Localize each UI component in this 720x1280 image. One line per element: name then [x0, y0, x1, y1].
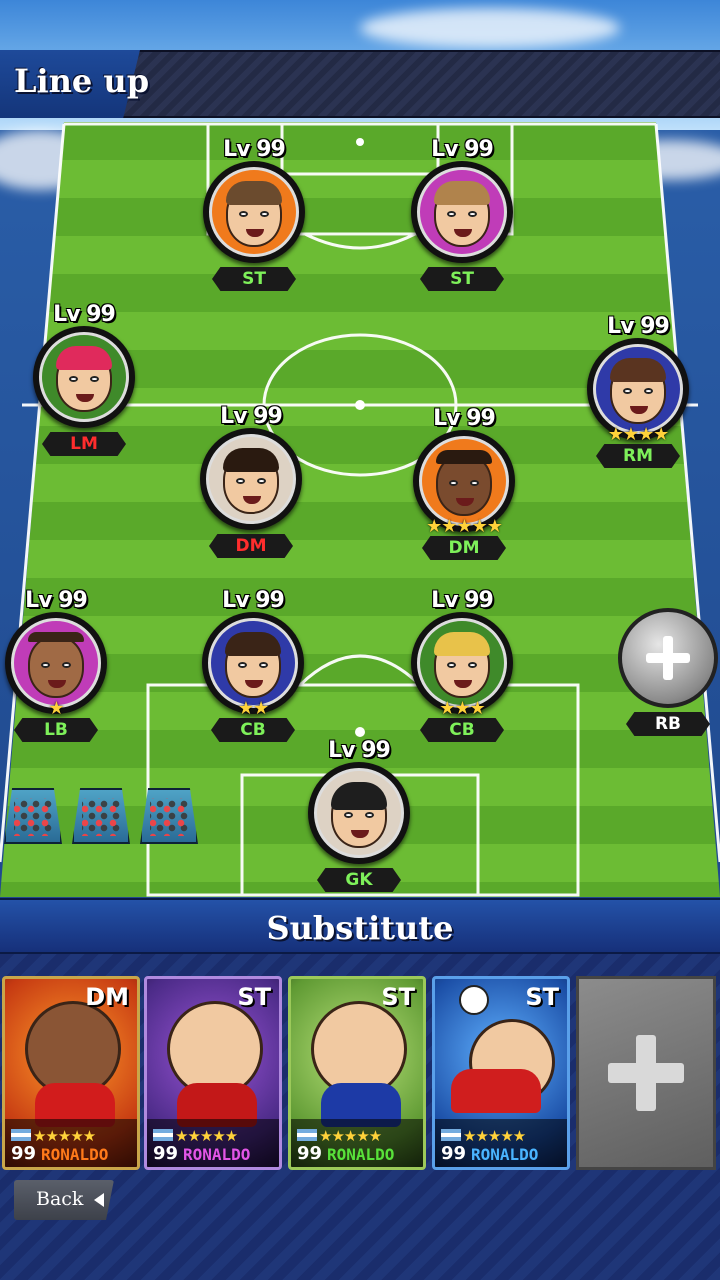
card-position: ST: [525, 983, 559, 1011]
card-stars: ★★★★★: [319, 1128, 382, 1145]
position-label: CB: [211, 718, 295, 742]
position-label: ST: [212, 267, 296, 291]
player-level: Lv 99: [223, 137, 286, 162]
flag-icon: [153, 1129, 173, 1141]
card-player-name: RONALDO: [471, 1145, 539, 1164]
ball-icon: [459, 985, 489, 1015]
substitute-card[interactable]: ST ★★★★★ 99 RONALDO: [288, 976, 426, 1170]
substitute-card[interactable]: ST ★★★★★ 99 RONALDO: [144, 976, 282, 1170]
player-avatar: [308, 762, 410, 864]
player-avatar: [203, 161, 305, 263]
player-avatar: [200, 428, 302, 530]
position-label: DM: [422, 536, 506, 560]
back-arrow-icon: [94, 1193, 104, 1207]
position-label-rb: RB: [626, 712, 710, 736]
player-st-left[interactable]: Lv 99 ST: [199, 137, 309, 297]
player-lb[interactable]: Lv 99 ★ LB: [1, 588, 111, 748]
flag-icon: [441, 1129, 461, 1141]
player-level: Lv 99: [328, 738, 391, 763]
player-level: Lv 99: [607, 314, 670, 339]
player-level: Lv 99: [222, 588, 285, 613]
card-stars: ★★★★★: [33, 1128, 96, 1145]
position-label: GK: [317, 868, 401, 892]
player-stars: ★★: [237, 698, 269, 718]
player-gk[interactable]: Lv 99 GK: [304, 738, 414, 898]
player-st-right[interactable]: Lv 99 ST: [407, 137, 517, 297]
substitute-card[interactable]: DM ★★★★★ 99 RONALDO: [2, 976, 140, 1170]
add-player-rb-button[interactable]: [618, 608, 718, 708]
substitute-header: Substitute: [0, 898, 720, 954]
position-label: ST: [420, 267, 504, 291]
formation-icon: [14, 798, 52, 836]
substitute-card[interactable]: ST ★★★★★ 99 RONALDO: [432, 976, 570, 1170]
player-stars: ★★★★★: [426, 516, 503, 536]
card-stars: ★★★★★: [463, 1128, 526, 1145]
position-label: LM: [42, 432, 126, 456]
card-info: ★★★★★ 99 RONALDO: [435, 1119, 567, 1167]
card-position: ST: [381, 983, 415, 1011]
back-button[interactable]: Back: [14, 1180, 114, 1220]
player-lm[interactable]: Lv 99 LM: [29, 302, 139, 462]
player-rm[interactable]: Lv 99 ★★★★ RM: [583, 314, 693, 474]
card-level: 99: [297, 1143, 323, 1164]
card-info: ★★★★★ 99 RONALDO: [291, 1119, 423, 1167]
flag-icon: [11, 1129, 31, 1141]
player-level: Lv 99: [433, 406, 496, 431]
plus-icon: [646, 636, 690, 680]
card-info: ★★★★★ 99 RONALDO: [147, 1119, 279, 1167]
player-stars: ★★★: [439, 698, 485, 718]
card-level: 99: [153, 1143, 179, 1164]
card-player-name: RONALDO: [41, 1145, 109, 1164]
page-title: Line up: [14, 62, 150, 100]
player-avatar: [33, 326, 135, 428]
player-stars: ★★★★: [607, 424, 670, 444]
player-level: Lv 99: [431, 137, 494, 162]
player-avatar: [411, 161, 513, 263]
player-cb-left[interactable]: Lv 99 ★★ CB: [198, 588, 308, 748]
card-level: 99: [441, 1143, 467, 1164]
player-cb-right[interactable]: Lv 99 ★★★ CB: [407, 588, 517, 748]
card-position: DM: [85, 983, 129, 1011]
card-player-name: RONALDO: [183, 1145, 251, 1164]
back-label: Back: [36, 1188, 84, 1210]
position-label: RM: [596, 444, 680, 468]
position-label: CB: [420, 718, 504, 742]
position-label: LB: [14, 718, 98, 742]
player-level: Lv 99: [25, 588, 88, 613]
card-position: ST: [237, 983, 271, 1011]
plus-icon: [608, 1035, 684, 1111]
card-level: 99: [11, 1143, 37, 1164]
player-level: Lv 99: [53, 302, 116, 327]
formation-preset-1[interactable]: [4, 788, 62, 844]
player-kit: [451, 1069, 541, 1113]
formation-preset-3[interactable]: [140, 788, 198, 844]
player-stars: ★: [48, 698, 64, 718]
player-level: Lv 99: [220, 404, 283, 429]
player-dm-left[interactable]: Lv 99 DM: [196, 404, 306, 564]
card-stars: ★★★★★: [175, 1128, 238, 1145]
player-dm-right[interactable]: Lv 99 ★★★★★ DM: [409, 406, 519, 566]
formation-preset-2[interactable]: [72, 788, 130, 844]
card-player-name: RONALDO: [327, 1145, 395, 1164]
add-substitute-button[interactable]: [576, 976, 716, 1170]
player-level: Lv 99: [431, 588, 494, 613]
position-label: DM: [209, 534, 293, 558]
flag-icon: [297, 1129, 317, 1141]
substitute-title: Substitute: [266, 909, 454, 947]
formation-icon: [82, 798, 120, 836]
formation-icon: [150, 798, 188, 836]
card-info: ★★★★★ 99 RONALDO: [5, 1119, 137, 1167]
